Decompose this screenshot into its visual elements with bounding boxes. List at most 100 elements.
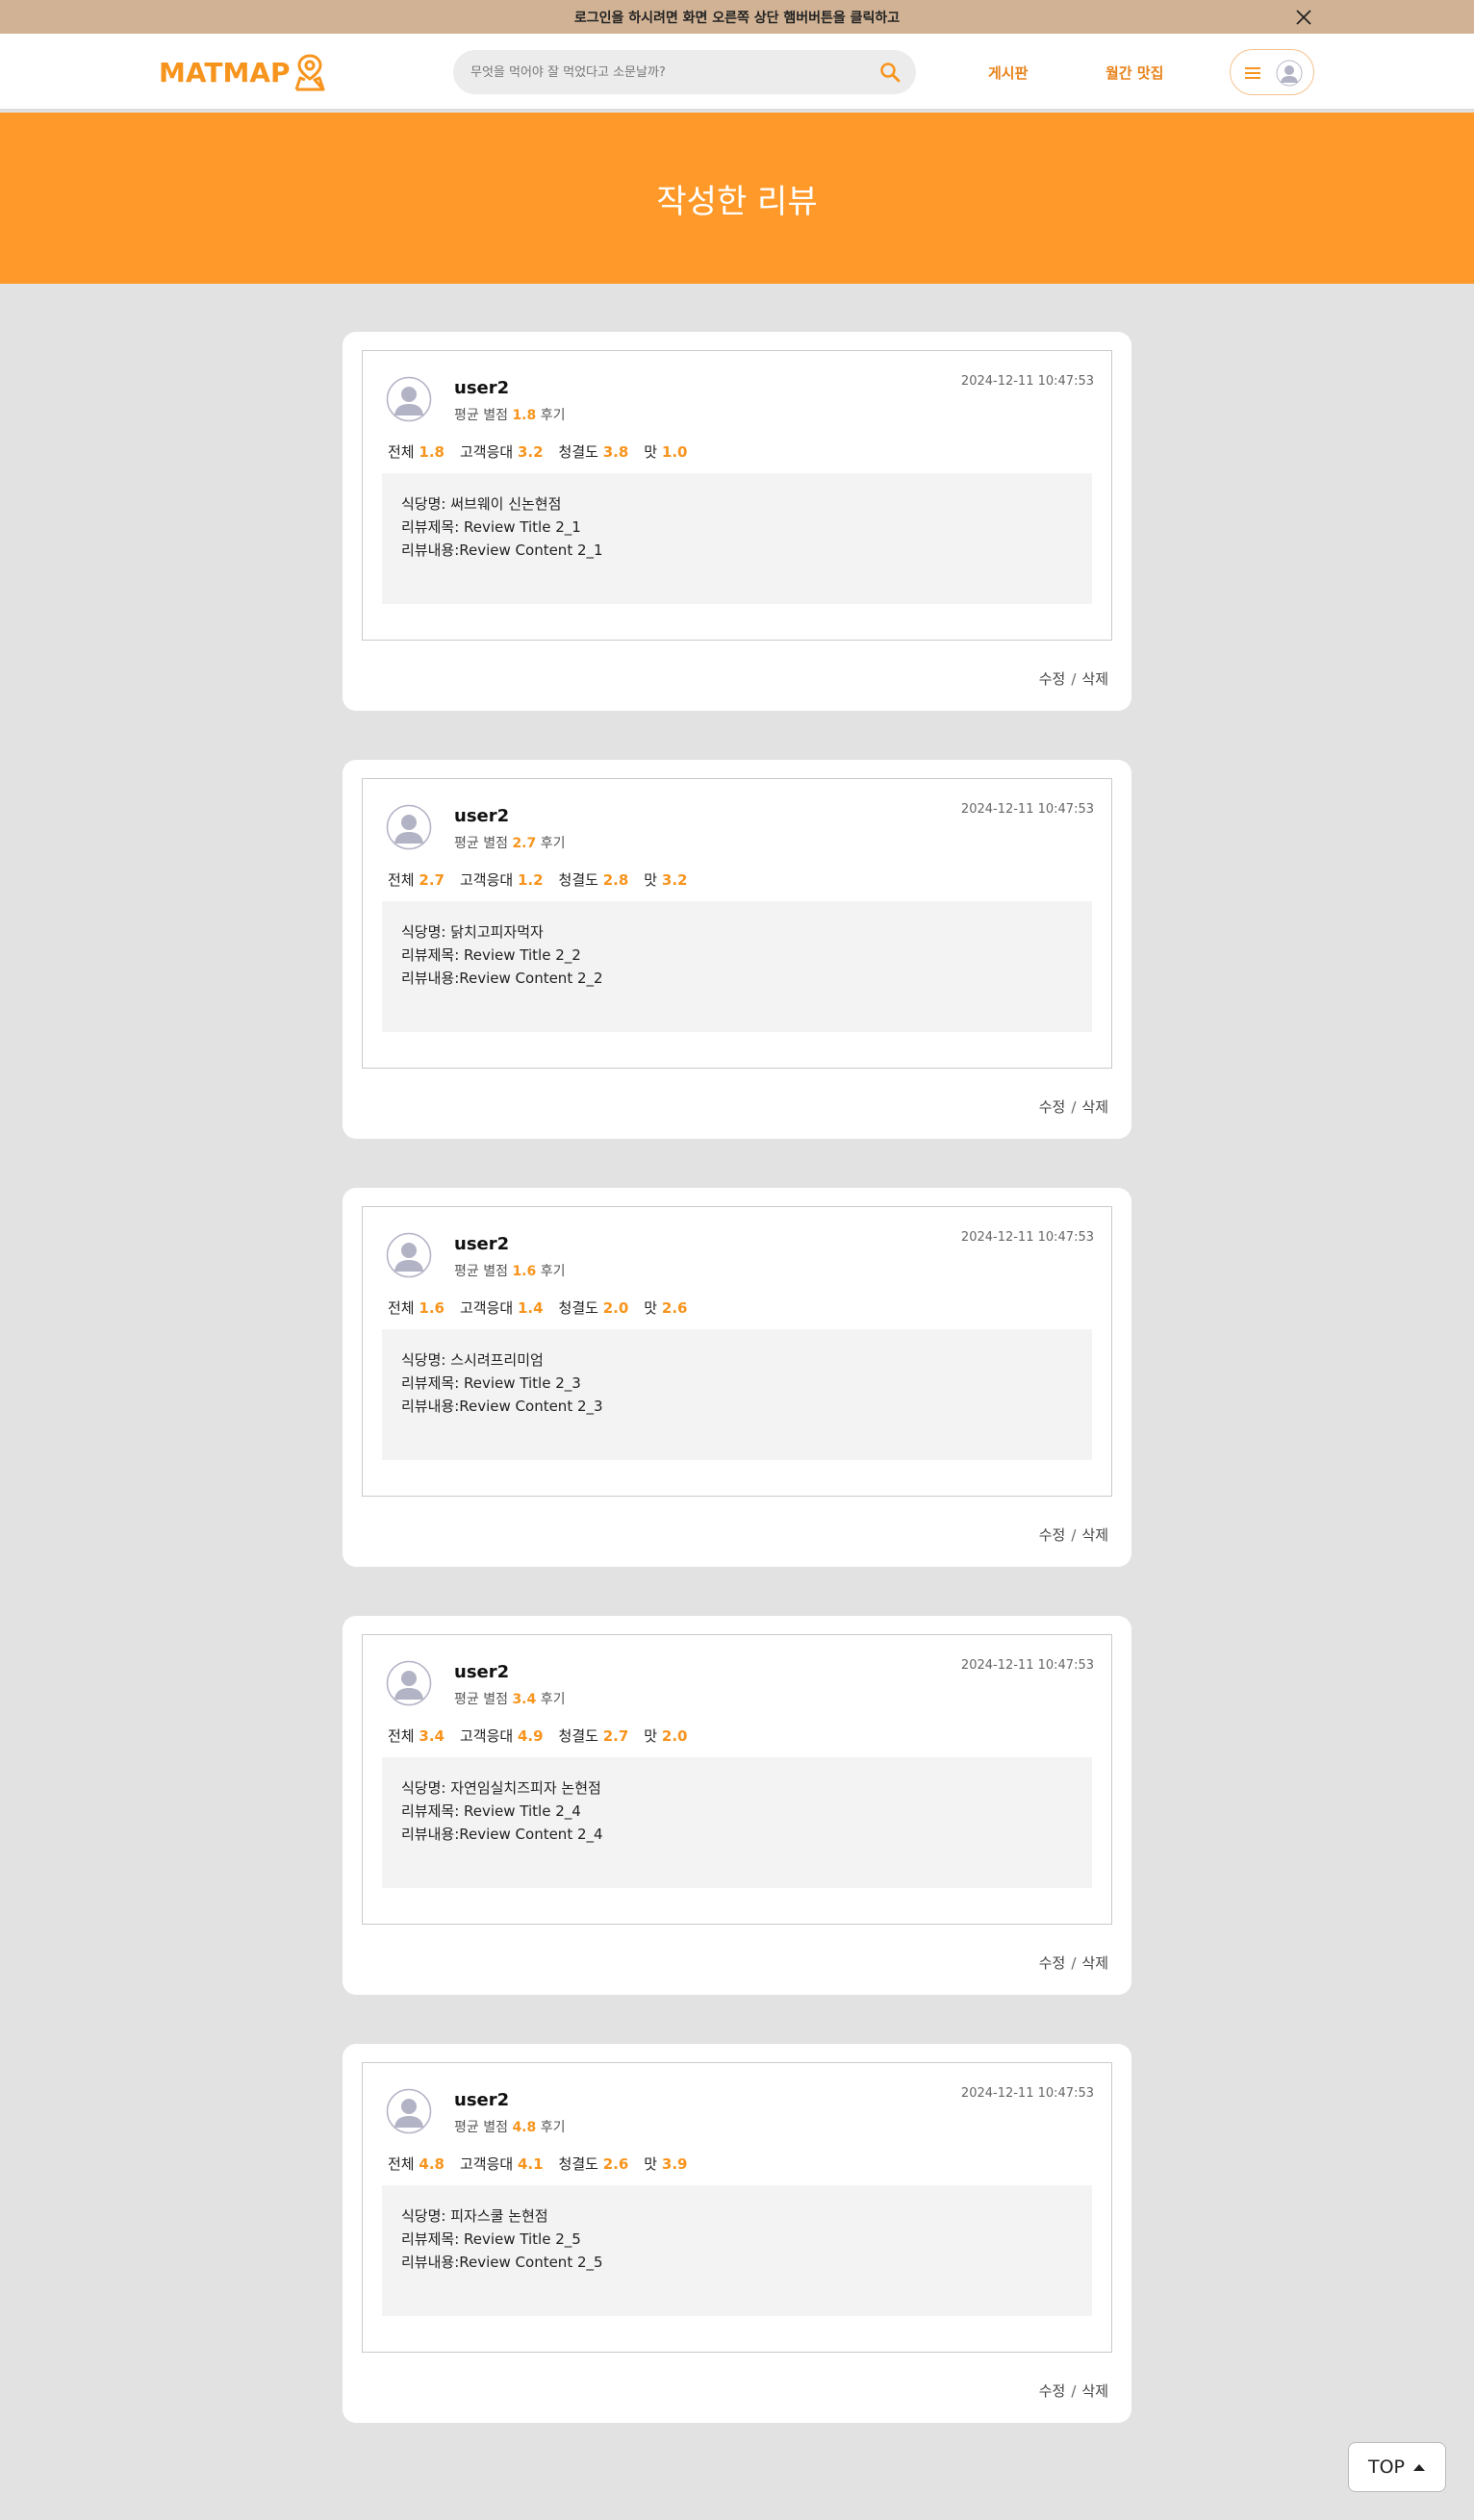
logo-text: MATMAP xyxy=(159,56,291,88)
caret-up-icon xyxy=(1413,2464,1426,2471)
delete-button[interactable]: 삭제 xyxy=(1081,1954,1108,1972)
delete-button[interactable]: 삭제 xyxy=(1081,2382,1108,2400)
review-date: 2024-12-11 10:47:53 xyxy=(960,2086,1094,2101)
review-scores: 전체 3.4 고객응대 4.9 청결도 2.7 맛 2.0 xyxy=(388,1726,687,1746)
review-username: user2 xyxy=(454,1234,510,1254)
logo[interactable]: MATMAP xyxy=(159,52,326,92)
score-taste: 맛 2.0 xyxy=(644,1726,687,1746)
avg-value: 2.7 xyxy=(512,836,537,851)
avg-value: 3.4 xyxy=(512,1692,537,1707)
score-value: 2.7 xyxy=(419,871,445,889)
score-taste: 맛 1.0 xyxy=(644,441,687,462)
banner-text: 로그인을 하시려면 화면 오른쪽 상단 햄버버튼을 클릭하고 xyxy=(573,10,901,26)
score-service: 고객응대 1.2 xyxy=(460,869,544,890)
search-input[interactable] xyxy=(470,64,875,80)
review-username: user2 xyxy=(454,2090,510,2110)
review-date: 2024-12-11 10:47:53 xyxy=(960,374,1094,389)
score-value: 3.2 xyxy=(661,871,688,889)
close-icon[interactable] xyxy=(1291,5,1316,30)
score-taste: 맛 2.6 xyxy=(644,1298,687,1318)
page-hero: 작성한 리뷰 xyxy=(0,113,1474,284)
review-content: 리뷰내용:Review Content 2_5 xyxy=(401,2254,603,2271)
review-username: user2 xyxy=(454,378,510,398)
score-label: 전체 xyxy=(388,2155,415,2173)
score-value: 1.8 xyxy=(419,443,445,461)
score-clean: 청결도 2.7 xyxy=(559,1726,629,1746)
search-bar xyxy=(453,50,916,94)
review-restaurant: 식당명: 써브웨이 신논현점 xyxy=(401,495,562,513)
score-value: 2.8 xyxy=(602,871,629,889)
review-content-box: 식당명: 자연임실치즈피자 논현점 리뷰제목: Review Title 2_4… xyxy=(382,1757,1092,1888)
score-label: 전체 xyxy=(388,1727,415,1745)
review-inner-box: user2 평균 별점 4.8 후기 2024-12-11 10:47:53 전… xyxy=(362,2062,1112,2353)
review-title: 리뷰제목: Review Title 2_3 xyxy=(401,1374,581,1392)
edit-button[interactable]: 수정 xyxy=(1039,2382,1066,2400)
avg-suffix: 후기 xyxy=(540,2120,566,2135)
score-value: 4.9 xyxy=(517,1727,544,1745)
site-header: MATMAP 게시판 월간 맛집 xyxy=(0,34,1474,111)
review-scores: 전체 4.8 고객응대 4.1 청결도 2.6 맛 3.9 xyxy=(388,2154,687,2174)
search-icon[interactable] xyxy=(879,62,901,83)
score-label: 청결도 xyxy=(558,1299,598,1317)
score-clean: 청결도 3.8 xyxy=(559,441,629,462)
score-value: 1.0 xyxy=(661,443,688,461)
score-value: 4.8 xyxy=(419,2155,445,2173)
avg-suffix: 후기 xyxy=(540,408,566,423)
action-separator: / xyxy=(1071,1954,1077,1972)
review-restaurant: 식당명: 피자스쿨 논현점 xyxy=(401,2207,548,2225)
score-clean: 청결도 2.0 xyxy=(559,1298,629,1318)
user-avatar-icon xyxy=(386,1660,432,1706)
review-restaurant: 식당명: 닭치고피자먹자 xyxy=(401,923,544,941)
score-label: 전체 xyxy=(388,1299,415,1317)
edit-button[interactable]: 수정 xyxy=(1039,1954,1066,1972)
review-content: 리뷰내용:Review Content 2_2 xyxy=(401,970,603,987)
review-restaurant: 식당명: 스시려프리미엄 xyxy=(401,1351,544,1369)
score-label: 고객응대 xyxy=(459,1727,514,1745)
review-average: 평균 별점 2.7 후기 xyxy=(454,833,565,852)
user-menu-button[interactable] xyxy=(1230,49,1314,95)
review-content: 리뷰내용:Review Content 2_3 xyxy=(401,1398,603,1415)
review-card: user2 평균 별점 3.4 후기 2024-12-11 10:47:53 전… xyxy=(343,1616,1131,1995)
review-title: 리뷰제목: Review Title 2_5 xyxy=(401,2230,581,2248)
user-avatar-icon xyxy=(386,2088,432,2134)
nav-board[interactable]: 게시판 xyxy=(988,63,1028,83)
review-inner-box: user2 평균 별점 2.7 후기 2024-12-11 10:47:53 전… xyxy=(362,778,1112,1069)
review-card: user2 평균 별점 2.7 후기 2024-12-11 10:47:53 전… xyxy=(343,760,1131,1139)
top-label: TOP xyxy=(1367,2457,1406,2478)
map-pin-icon xyxy=(294,54,325,91)
action-separator: / xyxy=(1071,670,1077,688)
avg-suffix: 후기 xyxy=(540,836,566,851)
score-value: 2.0 xyxy=(661,1727,688,1745)
avg-suffix: 후기 xyxy=(540,1264,566,1279)
avg-prefix: 평균 별점 xyxy=(454,1692,508,1707)
score-taste: 맛 3.9 xyxy=(644,2154,687,2174)
delete-button[interactable]: 삭제 xyxy=(1081,670,1108,688)
score-label: 맛 xyxy=(644,1299,658,1317)
avg-value: 4.8 xyxy=(512,2120,537,2135)
score-label: 청결도 xyxy=(558,443,598,461)
delete-button[interactable]: 삭제 xyxy=(1081,1098,1108,1116)
user-avatar-icon xyxy=(386,804,432,850)
score-label: 맛 xyxy=(644,871,658,889)
avg-value: 1.8 xyxy=(512,408,537,423)
user-avatar-icon xyxy=(1276,60,1303,87)
score-label: 고객응대 xyxy=(459,2155,514,2173)
review-content-box: 식당명: 써브웨이 신논현점 리뷰제목: Review Title 2_1 리뷰… xyxy=(382,473,1092,604)
review-scores: 전체 1.8 고객응대 3.2 청결도 3.8 맛 1.0 xyxy=(388,441,687,462)
review-average: 평균 별점 4.8 후기 xyxy=(454,2117,565,2136)
nav-monthly-restaurants[interactable]: 월간 맛집 xyxy=(1106,63,1163,83)
edit-button[interactable]: 수정 xyxy=(1039,670,1066,688)
score-value: 2.0 xyxy=(602,1299,629,1317)
review-actions: 수정 / 삭제 xyxy=(1039,1096,1108,1117)
score-service: 고객응대 1.4 xyxy=(460,1298,544,1318)
score-service: 고객응대 4.1 xyxy=(460,2154,544,2174)
delete-button[interactable]: 삭제 xyxy=(1081,1526,1108,1544)
review-content: 리뷰내용:Review Content 2_4 xyxy=(401,1826,603,1843)
scroll-top-button[interactable]: TOP xyxy=(1348,2442,1446,2492)
edit-button[interactable]: 수정 xyxy=(1039,1098,1066,1116)
review-content-box: 식당명: 닭치고피자먹자 리뷰제목: Review Title 2_2 리뷰내용… xyxy=(382,901,1092,1032)
edit-button[interactable]: 수정 xyxy=(1039,1526,1066,1544)
review-username: user2 xyxy=(454,1662,510,1682)
score-clean: 청결도 2.8 xyxy=(559,869,629,890)
score-value: 2.6 xyxy=(661,1299,688,1317)
